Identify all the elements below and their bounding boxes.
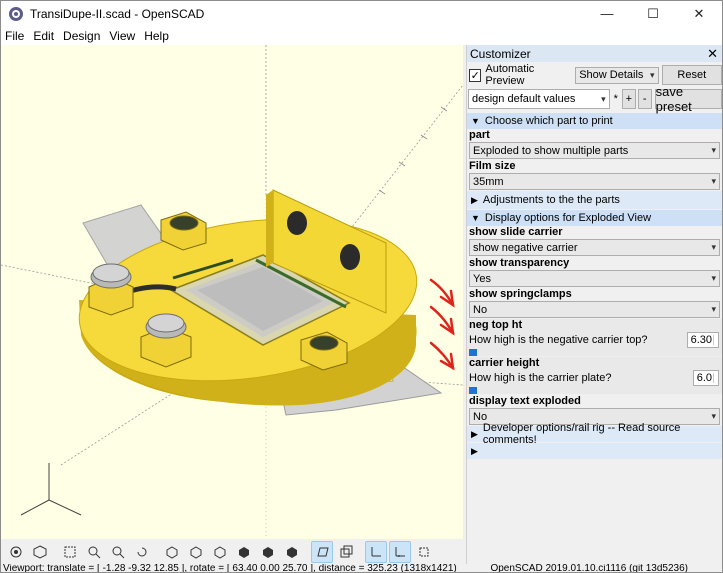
status-bar: Viewport: translate = [ -1.28 -9.32 12.8… (1, 564, 722, 573)
zoom-in-icon[interactable] (83, 541, 105, 563)
preset-select[interactable]: design default values ▾ (468, 89, 610, 109)
menu-bar: File Edit Design View Help (1, 26, 722, 45)
display-text-exploded-label: display text exploded (469, 395, 581, 407)
view-left-icon[interactable] (233, 541, 255, 563)
part-select[interactable]: Exploded to show multiple parts ▾ (469, 142, 720, 159)
carrier-height-label: carrier height (469, 357, 540, 369)
neg-top-ht-description: How high is the negative carrier top? (469, 334, 648, 346)
show-axes-icon[interactable] (365, 540, 387, 563)
add-preset-button[interactable]: + (621, 89, 636, 109)
view-front-icon[interactable] (257, 541, 279, 563)
chevron-down-icon: ▾ (650, 69, 655, 80)
neg-top-ht-spinbox[interactable]: 6.30 (687, 332, 719, 348)
preset-row: design default values ▾ * + - save prese… (467, 84, 722, 114)
menu-edit[interactable]: Edit (29, 29, 59, 43)
show-edges-icon[interactable] (413, 541, 435, 563)
view-back-icon[interactable] (281, 541, 303, 563)
collapsed-arrow-icon: ▶ (471, 428, 478, 439)
customizer-controls-row: ✓ Automatic Preview Show Details ▾ Reset (467, 63, 722, 87)
group-developer-options[interactable]: ▶ Developer options/rail rig -- Read sou… (467, 422, 722, 446)
show-transparency-label: show transparency (469, 257, 570, 269)
group-adjustments[interactable]: ▶ Adjustments to the the parts (467, 191, 722, 209)
expanded-arrow-icon: ▼ (471, 213, 480, 223)
orthogonal-icon[interactable] (335, 541, 357, 563)
carrier-height-spinbox[interactable]: 6.0 (693, 370, 719, 386)
automatic-preview-label: Automatic Preview (485, 63, 535, 87)
chevron-down-icon: ▾ (711, 273, 716, 283)
save-preset-button[interactable]: save preset (654, 84, 722, 114)
chevron-down-icon: ▾ (711, 176, 716, 186)
chevron-down-icon: ▾ (711, 411, 716, 421)
view-right-icon[interactable] (161, 541, 183, 563)
window-title: TransiDupe-II.scad - OpenSCAD (30, 6, 205, 21)
menu-file[interactable]: File (1, 29, 29, 43)
openscad-app-icon (9, 6, 23, 21)
chevron-down-icon: ▾ (711, 145, 716, 155)
collapsed-arrow-icon: ▶ (471, 194, 478, 205)
menu-help[interactable]: Help (140, 29, 174, 43)
viewport-status: Viewport: translate = [ -1.28 -9.32 12.8… (3, 564, 457, 573)
remove-preset-button[interactable]: - (637, 89, 652, 109)
customizer-title: Customizer (470, 46, 531, 61)
close-customizer-icon[interactable]: ✕ (707, 46, 718, 62)
perspective-icon[interactable] (311, 540, 333, 563)
preset-modified-indicator: * (613, 93, 618, 105)
expanded-arrow-icon: ▼ (471, 116, 480, 126)
view-toolbar (1, 539, 463, 564)
customizer-panel: Customizer ✕ ✓ Automatic Preview Show De… (466, 45, 722, 564)
openscad-window: TransiDupe-II.scad - OpenSCAD — ☐ ✕ File… (0, 0, 723, 573)
show-slide-carrier-label: show slide carrier (469, 226, 563, 238)
close-window-button[interactable]: ✕ (676, 1, 722, 26)
part-label: part (469, 129, 490, 141)
view-top-icon[interactable] (185, 541, 207, 563)
menu-view[interactable]: View (105, 29, 140, 43)
film-size-select[interactable]: 35mm ▾ (469, 173, 720, 190)
carrier-height-slider[interactable] (469, 387, 477, 394)
menu-design[interactable]: Design (59, 29, 105, 43)
minimize-button[interactable]: — (584, 1, 630, 26)
film-size-label: Film size (469, 160, 516, 172)
show-scale-icon[interactable] (389, 540, 411, 563)
carrier-height-description: How high is the carrier plate? (469, 372, 612, 384)
show-details-select[interactable]: Show Details ▾ (575, 66, 659, 84)
chevron-down-icon: ▾ (711, 304, 716, 314)
show-slide-carrier-select[interactable]: show negative carrier ▾ (469, 239, 720, 256)
chevron-down-icon: ▾ (711, 242, 716, 252)
view-bottom-icon[interactable] (209, 541, 231, 563)
show-springclamps-label: show springclamps (469, 288, 572, 300)
view-all-icon[interactable] (59, 541, 81, 563)
reset-button[interactable]: Reset (661, 65, 722, 85)
zoom-out-icon[interactable] (107, 541, 129, 563)
group-display-options[interactable]: ▼ Display options for Exploded View (467, 210, 722, 226)
preview-icon[interactable] (5, 541, 27, 563)
show-springclamps-select[interactable]: No ▾ (469, 301, 720, 318)
render-icon[interactable] (29, 541, 51, 563)
reset-view-icon[interactable] (131, 541, 153, 563)
model-render (1, 45, 463, 539)
3d-viewport[interactable] (1, 45, 463, 539)
title-bar: TransiDupe-II.scad - OpenSCAD — ☐ ✕ (1, 1, 722, 26)
neg-top-ht-slider[interactable] (469, 349, 477, 356)
group-choose-part[interactable]: ▼ Choose which part to print (467, 113, 722, 129)
maximize-button[interactable]: ☐ (630, 1, 676, 26)
customizer-header: Customizer ✕ (467, 45, 722, 62)
show-transparency-select[interactable]: Yes ▾ (469, 270, 720, 287)
automatic-preview-checkbox[interactable]: ✓ (469, 68, 482, 82)
version-status: OpenSCAD 2019.01.10.ci1116 (git 13d5236) (490, 564, 688, 573)
chevron-down-icon: ▾ (601, 93, 606, 104)
collapsed-arrow-icon: ▶ (471, 445, 478, 456)
neg-top-ht-label: neg top ht (469, 319, 523, 331)
